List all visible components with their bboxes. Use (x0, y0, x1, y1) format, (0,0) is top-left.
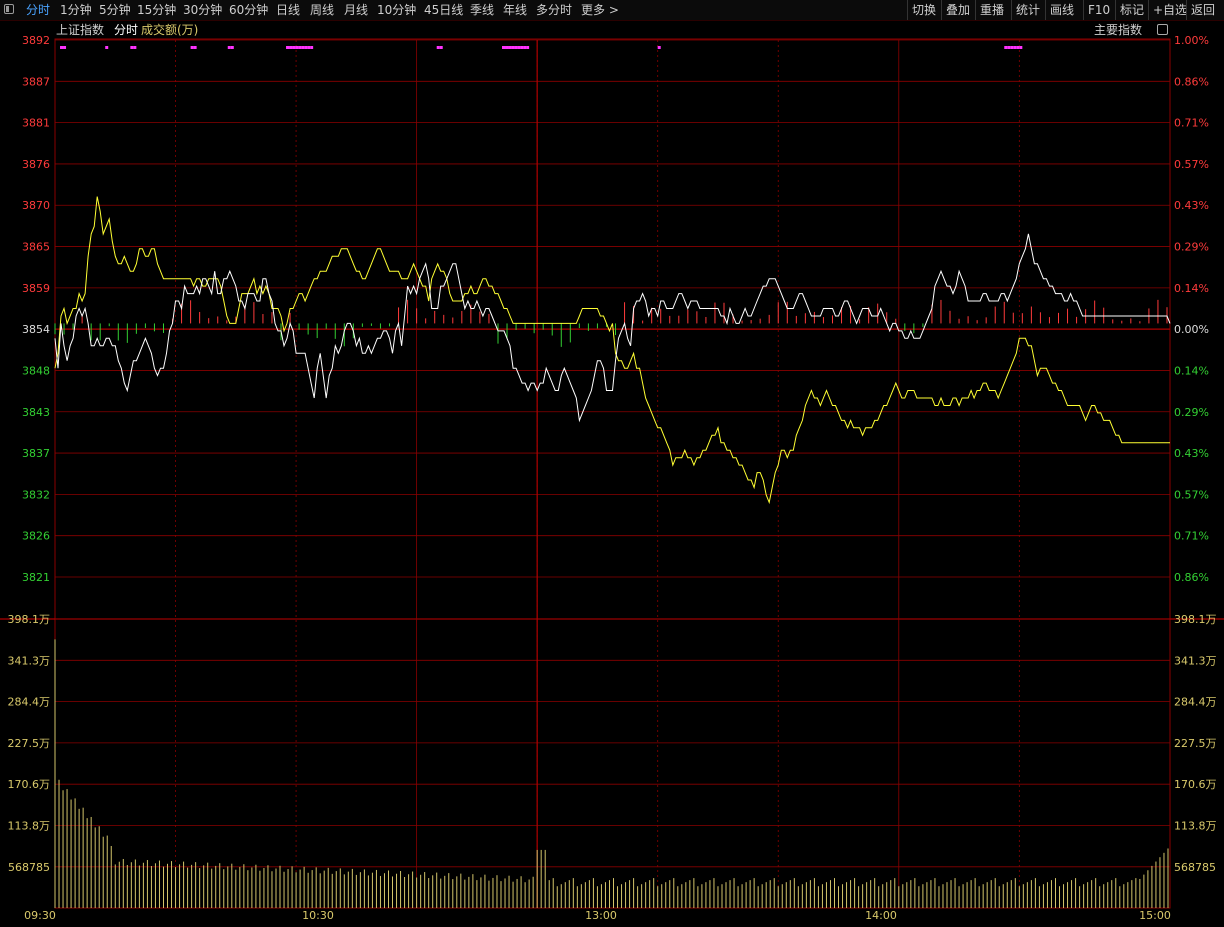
signal-marker (304, 46, 308, 49)
signal-marker (307, 46, 311, 49)
volume-tick-label: 568785 (8, 861, 50, 874)
volume-tick-label: 398.1万 (8, 613, 51, 626)
signal-marker (227, 46, 231, 49)
plot-frame (54, 38, 1171, 909)
price-tick-label: 3876 (22, 158, 50, 171)
volume-tick-label-right: 113.8万 (1174, 820, 1217, 833)
signal-marker (295, 46, 299, 49)
pct-tick-label: 0.14% (1174, 282, 1209, 295)
pct-tick-label: 0.29% (1174, 406, 1209, 419)
volume-tick-label-right: 568785 (1174, 861, 1216, 874)
time-label: 15:00 (1139, 909, 1171, 922)
pct-tick-label: 0.29% (1174, 241, 1209, 254)
pct-tick-label: 0.43% (1174, 199, 1209, 212)
pct-tick-label: 0.71% (1174, 117, 1209, 130)
price-tick-label: 3887 (22, 75, 50, 88)
pct-tick-label: 0.14% (1174, 364, 1209, 377)
signal-marker (310, 46, 314, 49)
volume-tick-label-right: 398.1万 (1174, 613, 1217, 626)
volume-tick-label: 170.6万 (8, 778, 51, 791)
pct-tick-label: 0.86% (1174, 75, 1209, 88)
signal-marker (301, 46, 305, 49)
signal-marker (517, 46, 521, 49)
pct-tick-label: 0.86% (1174, 571, 1209, 584)
signal-marker (60, 46, 64, 49)
signal-marker (657, 46, 661, 49)
time-label: 13:00 (585, 909, 617, 922)
pct-tick-label: 1.00% (1174, 34, 1209, 47)
volume-tick-label-right: 170.6万 (1174, 778, 1217, 791)
price-tick-label: 3881 (22, 117, 50, 130)
time-label: 10:30 (302, 909, 334, 922)
signal-marker (1016, 46, 1020, 49)
signal-marker (193, 46, 197, 49)
price-tick-label: 3865 (22, 241, 50, 254)
signal-marker (1004, 46, 1008, 49)
pct-tick-label: 0.00% (1174, 323, 1209, 336)
volume-tick-label: 341.3万 (8, 654, 51, 667)
signal-marker (298, 46, 302, 49)
signal-marker (292, 46, 296, 49)
signal-marker (190, 46, 194, 49)
intraday-chart: 3892 1.00% 3887 0.86% 3881 0.71% 3876 0.57% 3870… (0, 34, 1224, 922)
volume-tick-label: 284.4万 (8, 696, 51, 709)
price-tick-label: 3892 (22, 34, 50, 47)
signal-marker (520, 46, 524, 49)
price-tick-label: 3848 (22, 364, 50, 377)
volume-tick-label-right: 284.4万 (1174, 696, 1217, 709)
volume-tick-label-right: 341.3万 (1174, 654, 1217, 667)
signal-marker (439, 46, 443, 49)
signal-marker (514, 46, 518, 49)
signal-marker (230, 46, 234, 49)
volume-tick-label-right: 227.5万 (1174, 737, 1217, 750)
avg-price-line (54, 196, 1170, 505)
price-tick-label: 3870 (22, 199, 50, 212)
pct-tick-label: 0.43% (1174, 447, 1209, 460)
signal-marker (436, 46, 440, 49)
time-label: 09:30 (24, 909, 56, 922)
pct-tick-label: 0.57% (1174, 488, 1209, 501)
signal-marker (502, 46, 506, 49)
signal-marker (286, 46, 290, 49)
price-tick-label: 3854 (22, 323, 50, 336)
price-tick-label: 3837 (22, 447, 50, 460)
signal-marker (289, 46, 293, 49)
signal-marker (526, 46, 530, 49)
signal-marker (523, 46, 527, 49)
signal-marker (105, 46, 109, 49)
signal-marker (1019, 46, 1023, 49)
signal-marker (133, 46, 137, 49)
signal-marker (505, 46, 509, 49)
signal-marker (63, 46, 67, 49)
volume-tick-label: 227.5万 (8, 737, 51, 750)
price-tick-label: 3821 (22, 571, 50, 584)
price-tick-label: 3826 (22, 530, 50, 543)
signal-marker (508, 46, 512, 49)
pct-tick-label: 0.71% (1174, 530, 1209, 543)
signal-marker (130, 46, 134, 49)
signal-marker (1007, 46, 1011, 49)
price-tick-label: 3843 (22, 406, 50, 419)
volume-tick-label: 113.8万 (8, 820, 51, 833)
signal-marker (1010, 46, 1014, 49)
signal-marker (511, 46, 515, 49)
signal-marker (1013, 46, 1017, 49)
pct-tick-label: 0.57% (1174, 158, 1209, 171)
price-tick-label: 3859 (22, 282, 50, 295)
price-tick-label: 3832 (22, 488, 50, 501)
time-label: 14:00 (865, 909, 897, 922)
